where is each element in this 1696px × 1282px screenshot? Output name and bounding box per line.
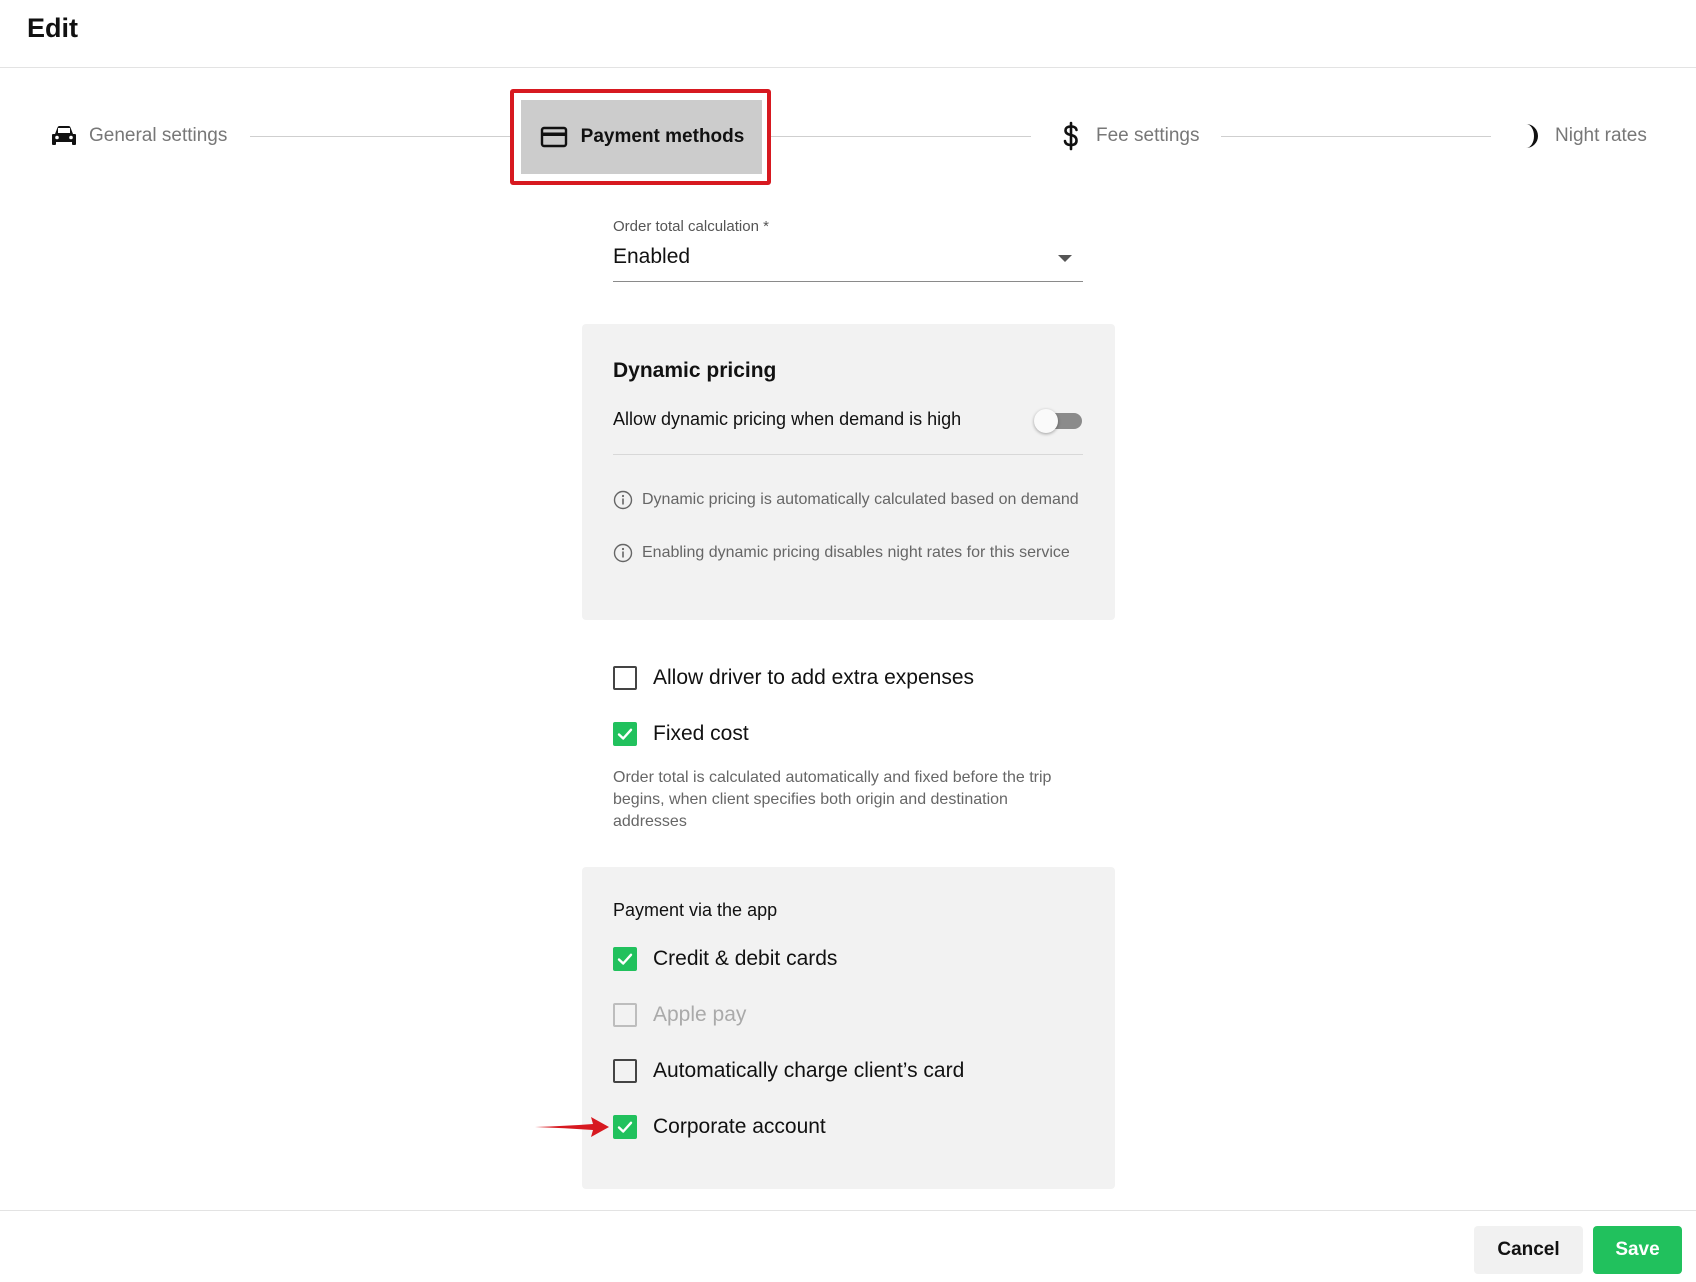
credit-card-icon <box>539 122 569 152</box>
dialog-header: Edit <box>0 0 1696 68</box>
apple-pay-checkbox <box>613 1003 637 1027</box>
info-note: Dynamic pricing is automatically calcula… <box>613 489 1083 511</box>
info-note: Enabling dynamic pricing disables night … <box>613 542 1083 564</box>
fixed-cost-option[interactable]: Fixed cost <box>613 722 749 746</box>
moon-icon <box>1515 121 1545 151</box>
checkbox-label: Allow driver to add extra expenses <box>653 666 974 689</box>
page-title: Edit <box>27 13 78 43</box>
checkmark-icon <box>617 953 633 965</box>
step-night-rates[interactable]: Night rates <box>1515 116 1647 156</box>
info-text: Enabling dynamic pricing disables night … <box>642 544 1070 561</box>
checkbox-label: Credit & debit cards <box>653 947 838 970</box>
step-label: Fee settings <box>1096 125 1200 146</box>
checkbox-label: Apple pay <box>653 1003 747 1026</box>
order-total-select[interactable]: Enabled <box>613 245 690 269</box>
extra-expenses-checkbox[interactable] <box>613 666 637 690</box>
fixed-cost-description: Order total is calculated automatically … <box>613 769 1052 830</box>
info-text: Dynamic pricing is automatically calcula… <box>642 491 1079 508</box>
select-underline <box>613 281 1083 282</box>
checkbox-label: Automatically charge client’s card <box>653 1059 965 1082</box>
toggle-knob <box>1034 409 1058 433</box>
info-icon <box>613 543 633 563</box>
checkbox-label: Fixed cost <box>653 722 749 745</box>
step-label: General settings <box>89 125 228 146</box>
dynamic-pricing-title: Dynamic pricing <box>613 359 777 382</box>
step-connector <box>1221 136 1491 137</box>
apple-pay-option: Apple pay <box>613 1003 746 1027</box>
save-button[interactable]: Save <box>1593 1226 1682 1274</box>
credit-debit-cards-option[interactable]: Credit & debit cards <box>613 947 837 971</box>
payment-via-app-title: Payment via the app <box>613 900 778 920</box>
credit-debit-cards-checkbox[interactable] <box>613 947 637 971</box>
stepper: General settings Payment methods Fee set… <box>0 86 1696 188</box>
checkmark-icon <box>617 728 633 740</box>
fixed-cost-checkbox[interactable] <box>613 722 637 746</box>
dynamic-pricing-toggle-label: Allow dynamic pricing when demand is hig… <box>613 409 962 429</box>
corporate-account-checkbox[interactable] <box>613 1115 637 1139</box>
car-icon <box>49 121 79 151</box>
order-total-label: Order total calculation * <box>613 218 769 235</box>
step-general-settings[interactable]: General settings <box>49 116 227 156</box>
step-fee-settings[interactable]: Fee settings <box>1056 116 1200 156</box>
step-label: Payment methods <box>580 126 745 147</box>
divider <box>613 454 1083 455</box>
step-label: Night rates <box>1555 125 1647 146</box>
dialog-footer: Cancel Save <box>0 1210 1696 1282</box>
auto-charge-option[interactable]: Automatically charge client’s card <box>613 1059 964 1083</box>
step-payment-methods[interactable]: Payment methods <box>521 100 762 174</box>
chevron-down-icon[interactable] <box>1058 255 1072 262</box>
extra-expenses-option[interactable]: Allow driver to add extra expenses <box>613 666 974 690</box>
info-icon <box>613 490 633 510</box>
red-arrow-icon <box>535 1117 609 1137</box>
dynamic-pricing-toggle[interactable] <box>1034 409 1082 433</box>
cancel-button[interactable]: Cancel <box>1474 1226 1583 1274</box>
step-connector <box>250 136 510 137</box>
dollar-icon <box>1056 121 1086 151</box>
checkbox-label: Corporate account <box>653 1115 826 1138</box>
step-connector <box>771 136 1031 137</box>
auto-charge-checkbox[interactable] <box>613 1059 637 1083</box>
corporate-account-option[interactable]: Corporate account <box>613 1115 826 1139</box>
checkmark-icon <box>617 1121 633 1133</box>
